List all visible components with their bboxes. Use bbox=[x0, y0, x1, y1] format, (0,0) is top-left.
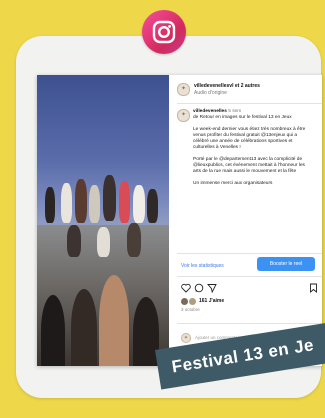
caption-text: villedevenelles 5 sem de Retour en images… bbox=[193, 109, 311, 192]
instagram-post: ✦ villedevenellesvl et 2 autres Audio d'… bbox=[37, 75, 322, 366]
share-icon[interactable] bbox=[207, 283, 217, 296]
caption-paragraph-1: Le week-end dernier vous étiez très nomb… bbox=[193, 126, 306, 151]
bookmark-icon[interactable] bbox=[309, 283, 318, 296]
caption-intro: de Retour en images sur le festival 13 e… bbox=[193, 115, 292, 121]
comment-icon[interactable] bbox=[194, 283, 204, 296]
liker-avatar bbox=[189, 298, 196, 305]
caption-paragraph-3: Un immense merci aux organisateurs bbox=[193, 180, 273, 186]
caption-account[interactable]: villedevenelles bbox=[193, 109, 227, 114]
comment-divider bbox=[177, 323, 322, 324]
caption-paragraph-2: Porté par le @departement13 avec la comp… bbox=[193, 156, 305, 175]
account-suffix[interactable]: et 2 autres bbox=[235, 83, 260, 89]
likes-row[interactable]: 161 J'aime bbox=[181, 298, 224, 305]
caption-header: ✦ bbox=[177, 109, 190, 122]
account-name[interactable]: villedevenellesvl bbox=[194, 83, 233, 89]
audio-label[interactable]: Audio d'origine bbox=[194, 90, 260, 97]
caption-avatar[interactable]: ✦ bbox=[177, 109, 190, 122]
stats-divider bbox=[177, 253, 322, 254]
post-date: 3 octobre bbox=[181, 307, 200, 312]
liker-avatar bbox=[181, 298, 188, 305]
heart-icon[interactable] bbox=[181, 283, 191, 296]
post-header: ✦ villedevenellesvl et 2 autres Audio d'… bbox=[177, 83, 260, 97]
caption-time: 5 sem bbox=[228, 109, 242, 114]
commenter-avatar: ✦ bbox=[181, 333, 191, 343]
post-sidebar: ✦ villedevenellesvl et 2 autres Audio d'… bbox=[177, 75, 322, 366]
post-actions bbox=[181, 283, 317, 295]
stats-link[interactable]: Voir les statistiques bbox=[181, 263, 224, 270]
likes-count[interactable]: 161 J'aime bbox=[199, 298, 224, 305]
account-avatar[interactable]: ✦ bbox=[177, 83, 190, 97]
instagram-icon bbox=[142, 10, 186, 54]
header-divider bbox=[177, 103, 322, 104]
actions-divider bbox=[177, 276, 322, 277]
boost-reel-button[interactable]: Booster le reel bbox=[257, 257, 315, 271]
post-photo[interactable] bbox=[37, 75, 169, 366]
